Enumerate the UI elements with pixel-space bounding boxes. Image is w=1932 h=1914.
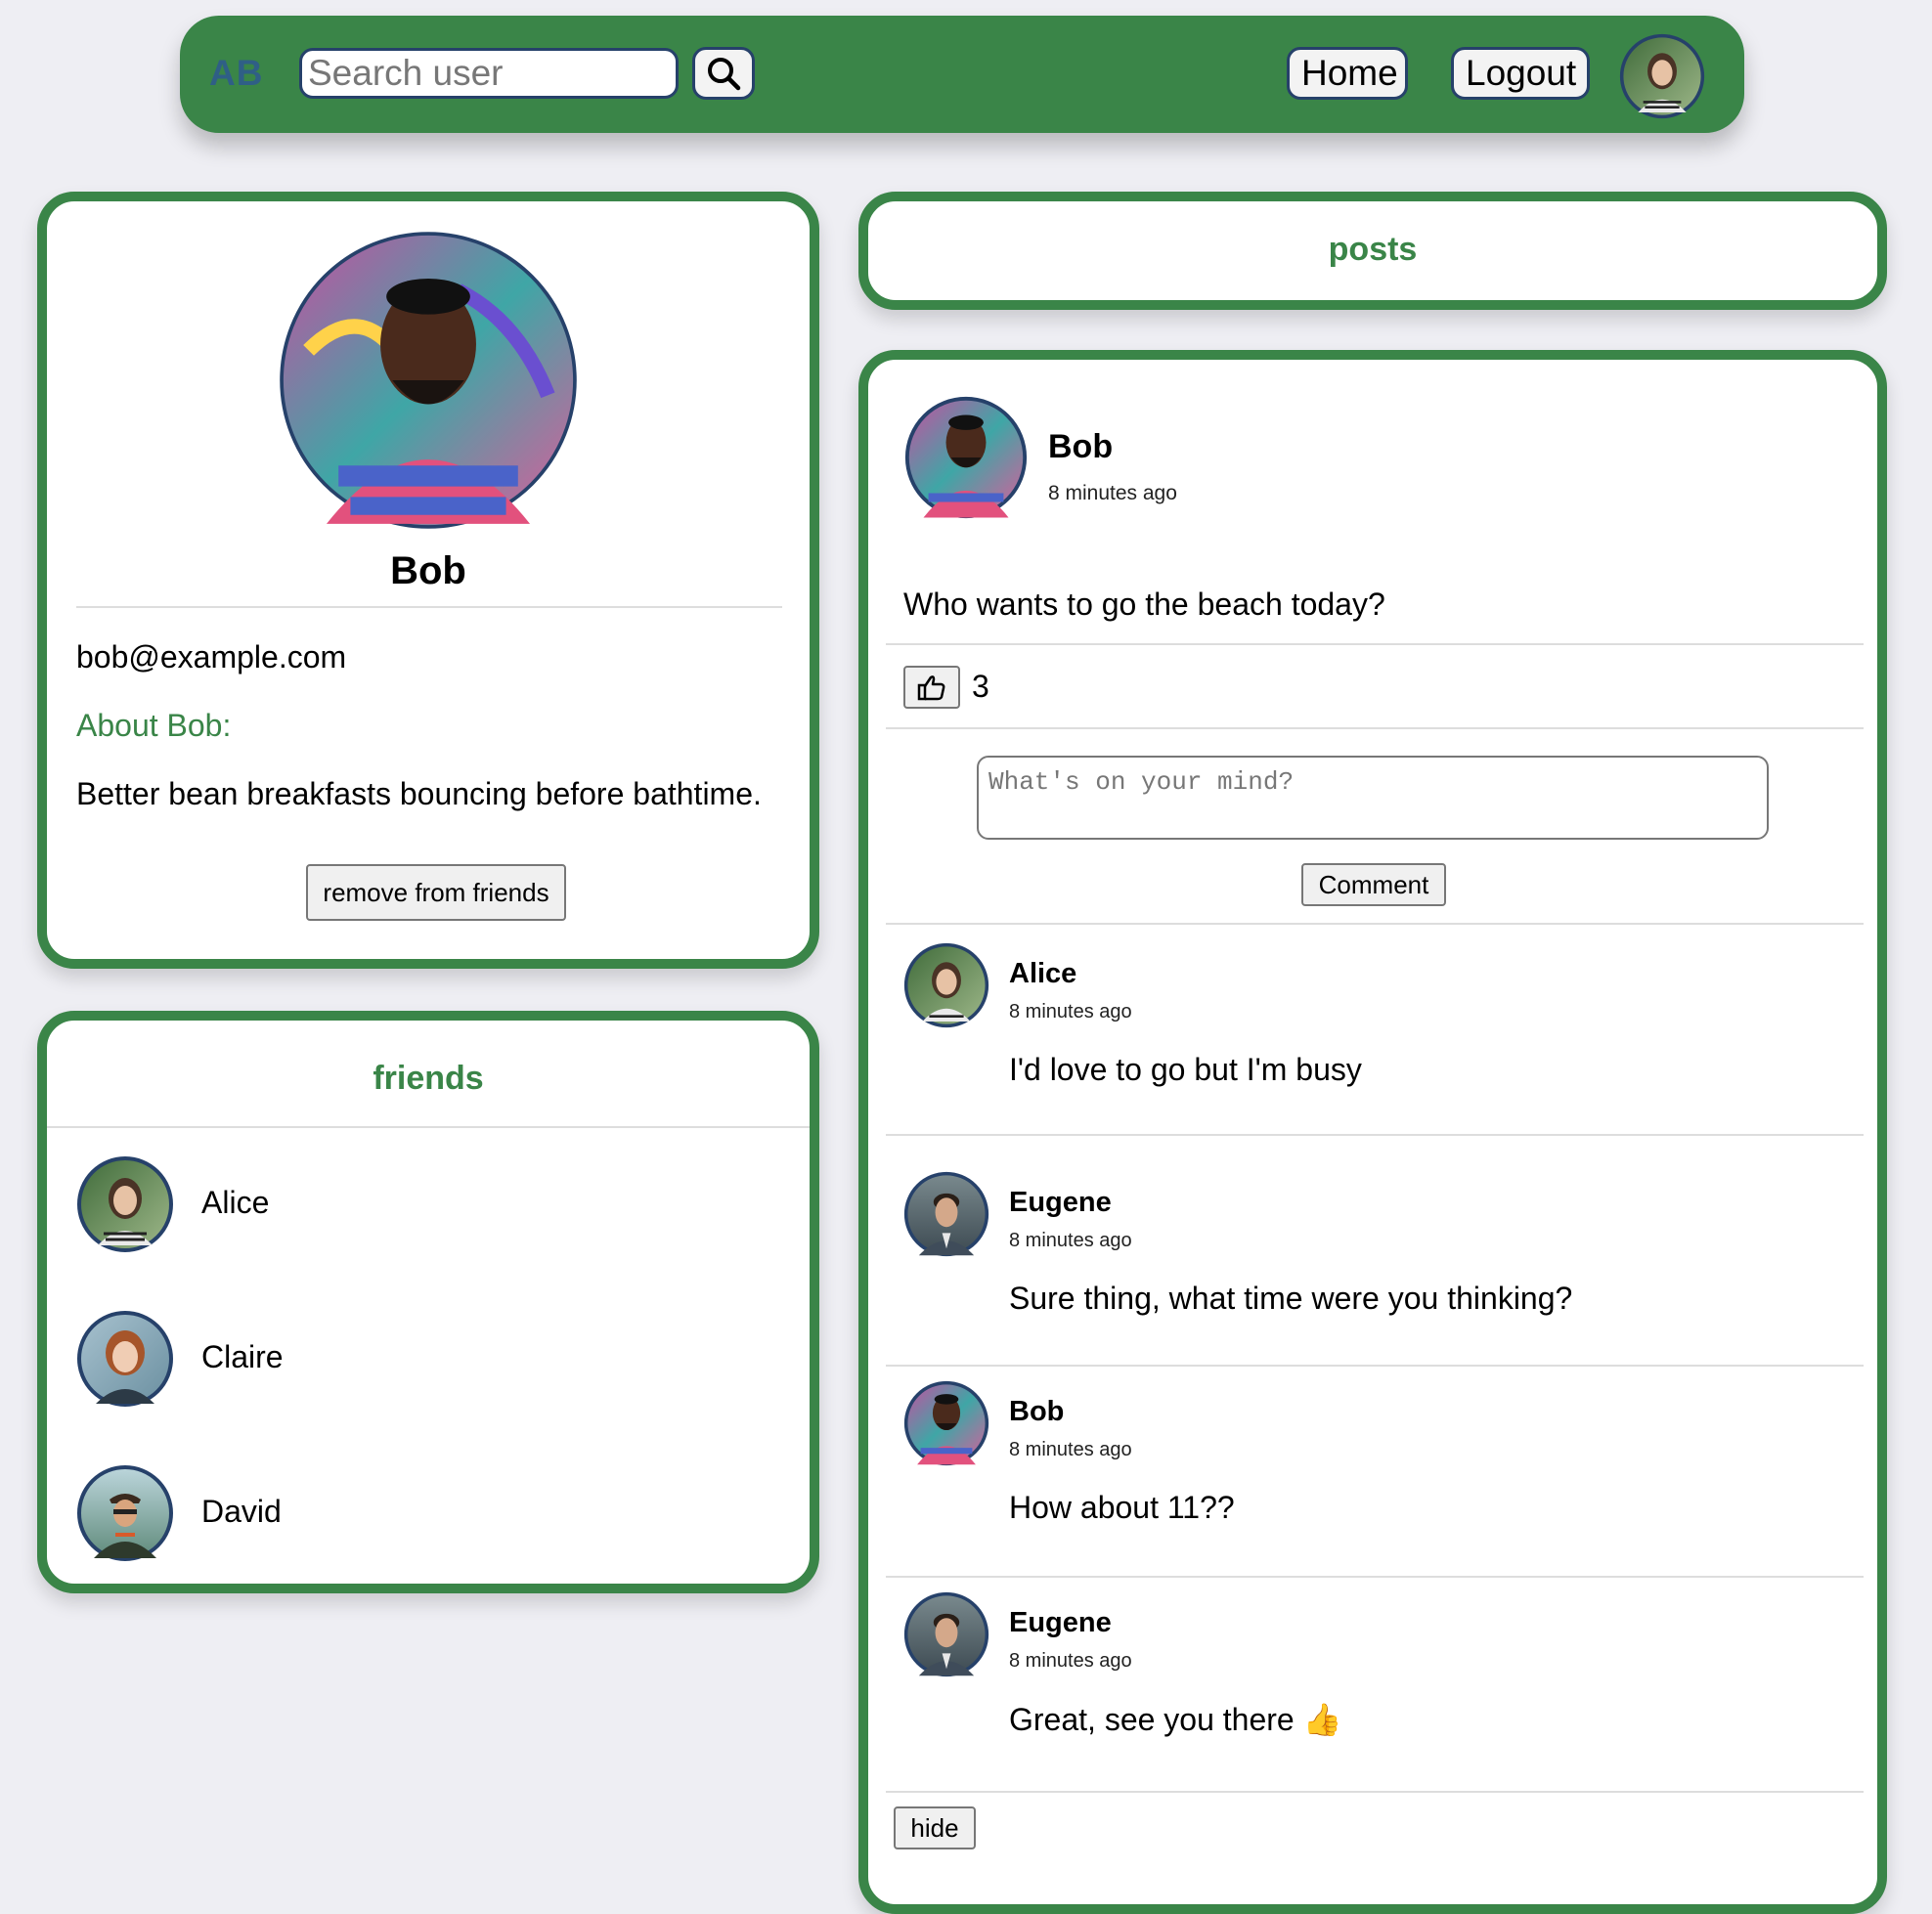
- friends-card: friends Alice Claire David: [37, 1011, 819, 1593]
- hide-comments-button[interactable]: hide: [894, 1806, 976, 1849]
- comment-avatar[interactable]: [903, 1380, 989, 1466]
- post-author-avatar[interactable]: [903, 395, 1029, 520]
- friend-name: David: [201, 1494, 282, 1529]
- posts-title: posts: [1328, 231, 1418, 268]
- friend-item-claire[interactable]: Claire: [76, 1310, 780, 1408]
- post-text: Who wants to go the beach today?: [903, 587, 1385, 622]
- comment-avatar[interactable]: [903, 942, 989, 1028]
- comment-timestamp: 8 minutes ago: [1009, 1001, 1132, 1022]
- divider: [886, 1134, 1864, 1136]
- comment-timestamp: 8 minutes ago: [1009, 1439, 1132, 1460]
- user-avatar[interactable]: [1619, 33, 1705, 119]
- profile-card: Bob bob@example.com About Bob: Better be…: [37, 192, 819, 969]
- friend-avatar: [77, 1156, 173, 1252]
- divider: [886, 727, 1864, 729]
- friend-avatar: [77, 1311, 173, 1407]
- remove-friend-button[interactable]: remove from friends: [306, 864, 566, 921]
- comment-timestamp: 8 minutes ago: [1009, 1650, 1132, 1672]
- home-button[interactable]: Home: [1287, 47, 1408, 100]
- comment-input[interactable]: [977, 756, 1769, 840]
- comment-text: Great, see you there 👍: [1009, 1702, 1342, 1737]
- comment-avatar[interactable]: [903, 1171, 989, 1257]
- comment-text: How about 11??: [1009, 1490, 1235, 1525]
- friend-name: Claire: [201, 1339, 284, 1374]
- friend-name: Alice: [201, 1185, 270, 1220]
- about-text: Better bean breakfasts bouncing before b…: [76, 776, 762, 811]
- friend-avatar: [77, 1465, 173, 1561]
- profile-email: bob@example.com: [76, 639, 347, 674]
- search-icon: [708, 58, 741, 91]
- comment-item: Eugene 8 minutes ago Great, see you ther…: [868, 1574, 1877, 1769]
- comment-text: I'd love to go but I'm busy: [1009, 1052, 1362, 1087]
- profile-name: Bob: [390, 549, 466, 592]
- like-button[interactable]: [903, 666, 960, 709]
- comment-item: Alice 8 minutes ago I'd love to go but I…: [868, 925, 1877, 1120]
- comment-avatar[interactable]: [903, 1591, 989, 1677]
- comment-item: Bob 8 minutes ago How about 11??: [868, 1363, 1877, 1558]
- post-timestamp: 8 minutes ago: [1048, 482, 1177, 504]
- profile-avatar: [280, 232, 577, 529]
- app-logo[interactable]: AB: [209, 53, 263, 94]
- comment-timestamp: 8 minutes ago: [1009, 1230, 1132, 1251]
- friends-title: friends: [373, 1060, 484, 1097]
- divider: [886, 1791, 1864, 1793]
- divider: [886, 643, 1864, 645]
- friend-item-david[interactable]: David: [76, 1464, 780, 1562]
- comment-author[interactable]: Eugene: [1009, 1187, 1112, 1219]
- comment-author[interactable]: Alice: [1009, 958, 1076, 990]
- about-label: About Bob:: [76, 708, 232, 743]
- search-input[interactable]: [299, 48, 679, 99]
- like-count: 3: [972, 669, 989, 704]
- friend-item-alice[interactable]: Alice: [76, 1155, 780, 1253]
- logout-button[interactable]: Logout: [1451, 47, 1590, 100]
- top-navbar: AB Home Logout: [180, 16, 1744, 133]
- post-card: Bob 8 minutes ago Who wants to go the be…: [858, 350, 1887, 1914]
- posts-header-card: posts: [858, 192, 1887, 310]
- divider: [76, 606, 782, 608]
- comment-button[interactable]: Comment: [1301, 863, 1446, 906]
- comment-item: Eugene 8 minutes ago Sure thing, what ti…: [868, 1153, 1877, 1349]
- thumbs-up-icon: [917, 675, 945, 701]
- search-button[interactable]: [692, 47, 755, 100]
- divider: [47, 1126, 810, 1128]
- comment-author[interactable]: Bob: [1009, 1396, 1064, 1428]
- comment-author[interactable]: Eugene: [1009, 1607, 1112, 1639]
- comment-text: Sure thing, what time were you thinking?: [1009, 1281, 1573, 1316]
- post-author-name[interactable]: Bob: [1048, 428, 1113, 466]
